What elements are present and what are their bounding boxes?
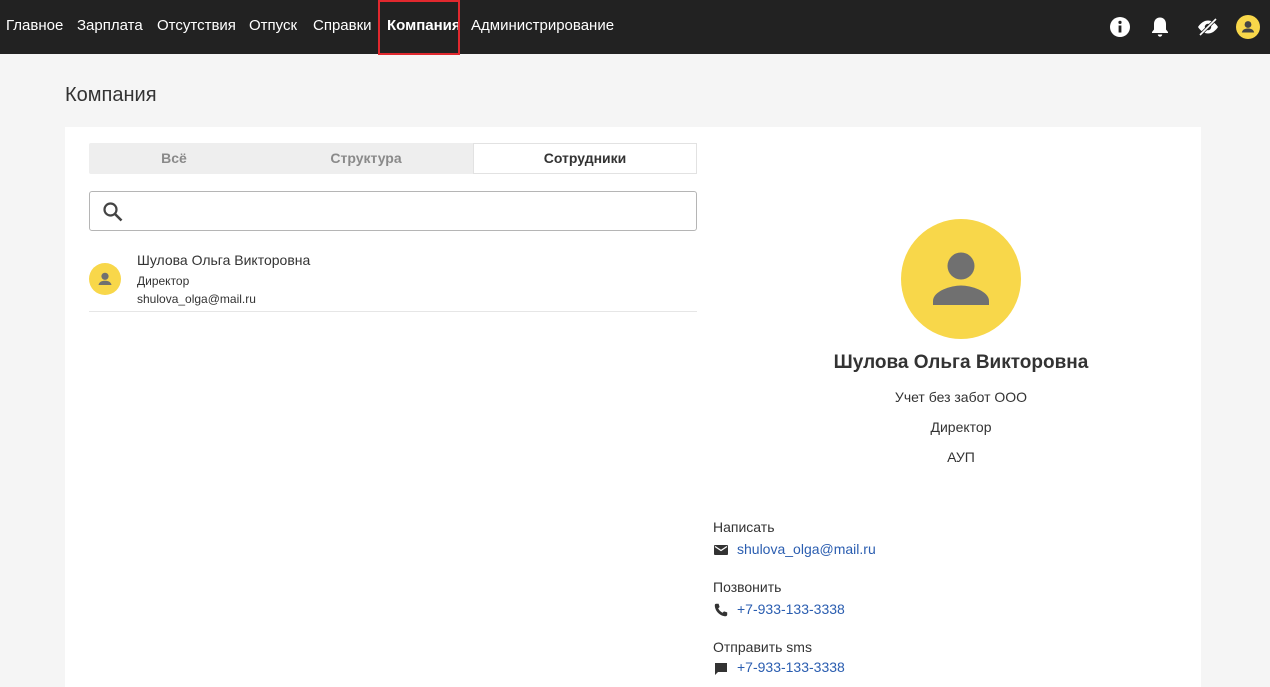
tab-employees[interactable]: Сотрудники — [473, 143, 697, 174]
user-avatar-icon[interactable] — [1235, 14, 1261, 40]
nav-item-vacation[interactable]: Отпуск — [249, 0, 297, 54]
phone-icon — [713, 602, 729, 618]
nav-item-administration[interactable]: Администрирование — [471, 0, 614, 54]
contact-sms-label: Отправить sms — [713, 639, 812, 655]
contact-email-link[interactable]: shulova_olga@mail.ru — [737, 541, 876, 557]
bell-icon[interactable] — [1147, 14, 1173, 40]
top-nav-bar: Главное Зарплата Отсутствия Отпуск Справ… — [0, 0, 1270, 55]
contact-phone-link[interactable]: +7-933-133-3338 — [737, 601, 845, 617]
contact-write-label: Написать — [713, 519, 775, 535]
profile-name: Шулова Ольга Викторовна — [833, 352, 1089, 373]
profile-avatar — [901, 219, 1021, 339]
mail-icon — [713, 542, 729, 558]
profile-department: АУП — [947, 449, 975, 465]
nav-item-main[interactable]: Главное — [6, 0, 63, 54]
visibility-off-icon[interactable] — [1195, 14, 1221, 40]
profile-company: Учет без забот ООО — [894, 389, 1028, 405]
profile-position: Директор — [930, 419, 992, 435]
page-title: Компания — [65, 84, 157, 106]
list-item[interactable]: Шулова Ольга Викторовна Директор shulova… — [89, 244, 697, 312]
info-icon[interactable] — [1107, 14, 1133, 40]
search-box — [89, 191, 697, 231]
view-tabs: Всё Структура Сотрудники — [89, 143, 697, 174]
contact-sms-link[interactable]: +7-933-133-3338 — [737, 659, 845, 675]
tab-all[interactable]: Всё — [89, 143, 259, 174]
nav-item-salary[interactable]: Зарплата — [77, 0, 143, 54]
nav-item-certificates[interactable]: Справки — [313, 0, 372, 54]
nav-item-absences[interactable]: Отсутствия — [157, 0, 236, 54]
tab-structure[interactable]: Структура — [259, 143, 473, 174]
search-input[interactable] — [134, 196, 688, 228]
nav-item-company[interactable]: Компания — [387, 0, 461, 54]
search-icon — [103, 202, 123, 222]
employee-email: shulova_olga@mail.ru — [137, 292, 256, 306]
employee-avatar-icon — [89, 263, 121, 295]
sms-icon — [713, 661, 729, 677]
employee-position: Директор — [137, 274, 190, 288]
contact-call-label: Позвонить — [713, 579, 782, 595]
employee-name: Шулова Ольга Викторовна — [137, 252, 311, 268]
